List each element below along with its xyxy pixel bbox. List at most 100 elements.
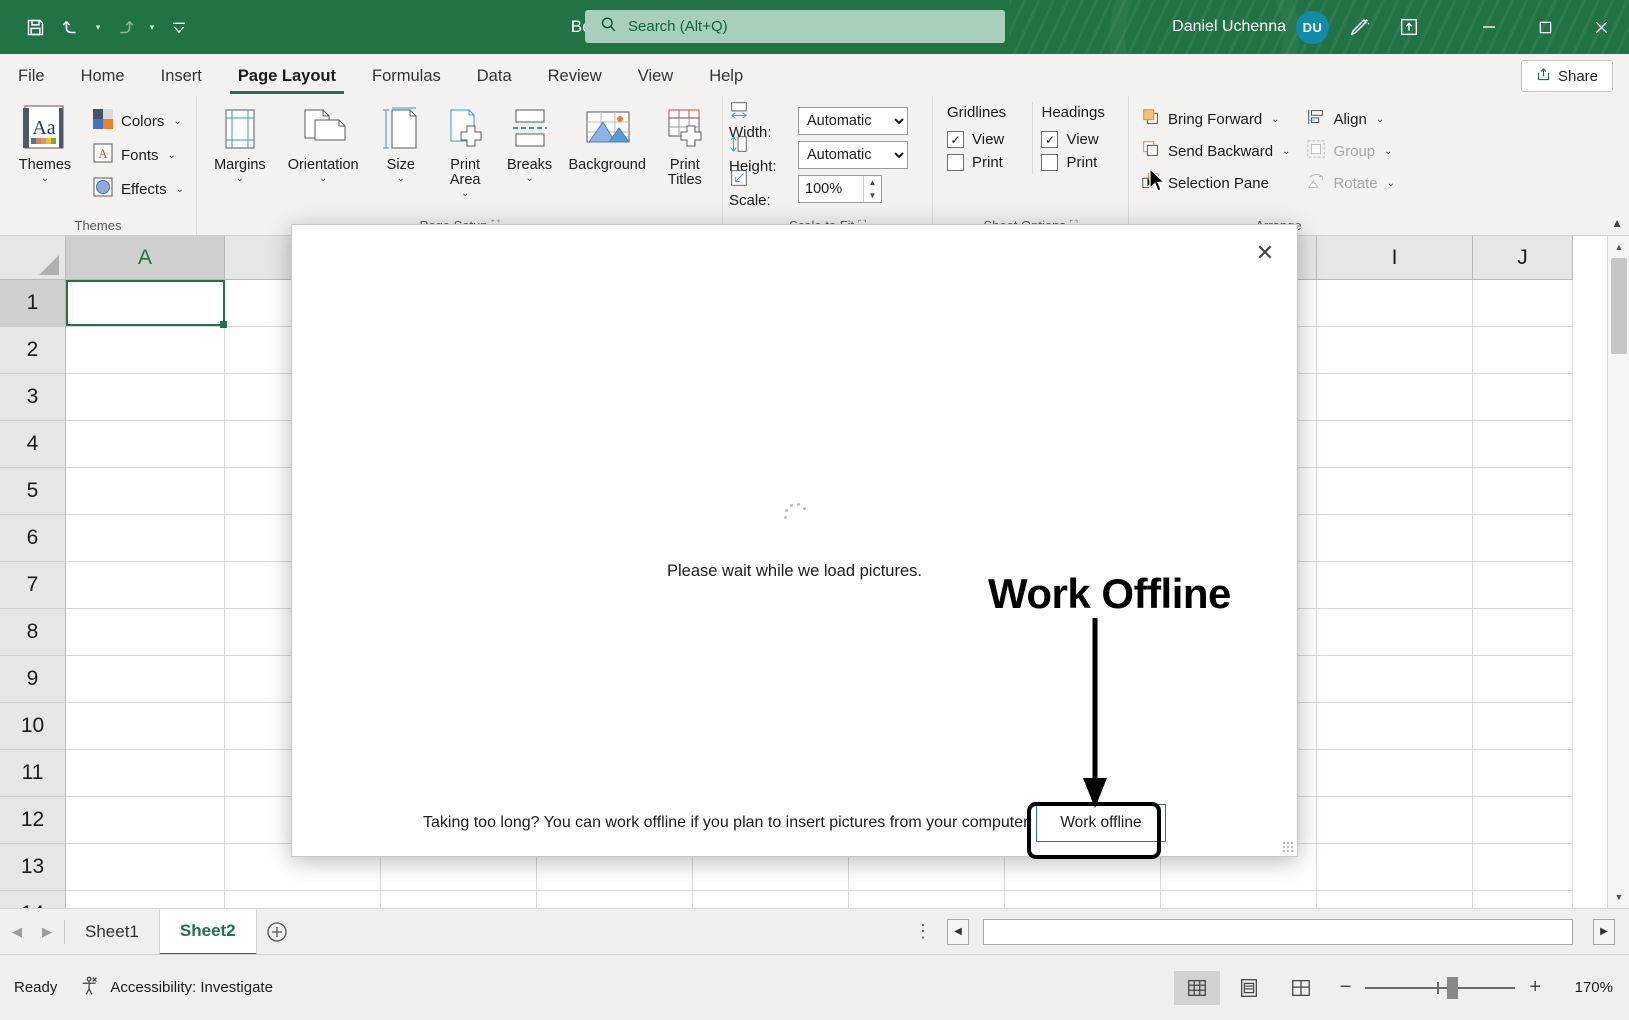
customize-quick-access-icon[interactable] — [162, 10, 196, 44]
minimize-button[interactable] — [1461, 0, 1517, 54]
row-header-11[interactable]: 11 — [0, 750, 66, 797]
scroll-down-icon[interactable]: ▼ — [1608, 886, 1629, 908]
row-header-1[interactable]: 1 — [0, 280, 66, 327]
themes-button[interactable]: Aa Themes ⌄ — [6, 100, 84, 185]
row-header-8[interactable]: 8 — [0, 609, 66, 656]
headings-print-checkbox-box[interactable] — [1041, 154, 1058, 171]
accessibility-status[interactable]: Accessibility: Investigate — [79, 975, 273, 1001]
hscroll-left-arrow[interactable]: ◀ — [947, 919, 969, 945]
column-header-i[interactable]: I — [1317, 236, 1473, 280]
tab-view[interactable]: View — [620, 56, 691, 96]
tab-data[interactable]: Data — [459, 56, 530, 96]
theme-effects-dropdown-icon[interactable]: ⌄ — [176, 184, 184, 195]
scale-percent-up-icon[interactable]: ▲ — [864, 176, 881, 189]
tab-file[interactable]: File — [0, 56, 63, 96]
tab-page-layout[interactable]: Page Layout — [220, 56, 354, 96]
search-box[interactable] — [585, 10, 1005, 43]
bring-forward-button[interactable]: Bring Forward ⌄ — [1135, 104, 1296, 134]
undo-icon[interactable] — [54, 10, 88, 44]
horizontal-scrollbar[interactable] — [983, 919, 1573, 945]
save-icon[interactable] — [18, 10, 52, 44]
bring-forward-dropdown-icon[interactable]: ⌄ — [1271, 114, 1279, 125]
sheet-nav-arrows[interactable]: ◀ ▶ — [0, 924, 64, 940]
headings-view-checkbox-box[interactable]: ✓ — [1041, 131, 1058, 148]
theme-fonts-button[interactable]: A Fonts ⌄ — [86, 140, 190, 170]
tab-insert[interactable]: Insert — [143, 56, 220, 96]
margins-button[interactable]: Margins ⌄ — [203, 100, 277, 185]
select-all-corner[interactable] — [0, 236, 66, 280]
zoom-in-button[interactable]: + — [1529, 976, 1541, 999]
scale-percent-spin-arrows[interactable]: ▲ ▼ — [863, 176, 881, 202]
orientation-button[interactable]: Orientation ⌄ — [279, 100, 368, 185]
rotate-dropdown-icon[interactable]: ⌄ — [1387, 178, 1395, 189]
collapse-ribbon-icon[interactable]: ▲ — [1611, 216, 1623, 230]
user-account-area[interactable]: Daniel Uchenna DU — [1172, 0, 1429, 54]
row-header-7[interactable]: 7 — [0, 562, 66, 609]
gridlines-print-checkbox[interactable]: Print — [947, 154, 1003, 171]
avatar[interactable]: DU — [1296, 11, 1329, 44]
row-header-10[interactable]: 10 — [0, 703, 66, 750]
scale-width-select[interactable]: Automatic — [798, 107, 908, 135]
column-header-a[interactable]: A — [66, 236, 225, 280]
close-button[interactable] — [1573, 0, 1629, 54]
search-input[interactable] — [628, 18, 958, 35]
row-header-6[interactable]: 6 — [0, 515, 66, 562]
group-dropdown-icon[interactable]: ⌄ — [1384, 146, 1392, 157]
tab-help[interactable]: Help — [691, 56, 761, 96]
scroll-up-icon[interactable]: ▲ — [1608, 236, 1629, 258]
row-header-3[interactable]: 3 — [0, 374, 66, 421]
ribbon-display-options-icon[interactable] — [1389, 7, 1429, 47]
pen-icon[interactable] — [1339, 7, 1379, 47]
dialog-close-button[interactable]: ✕ — [1247, 235, 1283, 271]
maximize-button[interactable] — [1517, 0, 1573, 54]
gridlines-view-checkbox-box[interactable]: ✓ — [947, 131, 964, 148]
row-header-12[interactable]: 12 — [0, 797, 66, 844]
theme-colors-button[interactable]: Colors ⌄ — [86, 106, 190, 136]
row-header-5[interactable]: 5 — [0, 468, 66, 515]
share-button[interactable]: Share — [1521, 60, 1613, 92]
tab-formulas[interactable]: Formulas — [354, 56, 459, 96]
page-layout-view-button[interactable] — [1226, 971, 1272, 1005]
undo-dropdown-icon[interactable]: ▾ — [90, 10, 106, 44]
hscroll-right-arrow[interactable]: ▶ — [1593, 919, 1615, 945]
print-area-dropdown-icon[interactable]: ⌄ — [461, 189, 469, 200]
headings-view-checkbox[interactable]: ✓ View — [1041, 131, 1098, 148]
headings-print-checkbox[interactable]: Print — [1041, 154, 1097, 171]
redo-icon[interactable] — [108, 10, 142, 44]
dialog-resize-handle[interactable] — [1282, 841, 1294, 853]
rotate-button[interactable]: Rotate ⌄ — [1300, 168, 1401, 198]
scale-height-select[interactable]: Automatic — [798, 141, 908, 169]
sheet-tab-sheet1[interactable]: Sheet1 — [65, 909, 159, 955]
zoom-level-label[interactable]: 170% — [1555, 979, 1613, 996]
vertical-scrollbar[interactable]: ▲ ▼ — [1607, 236, 1629, 908]
theme-colors-dropdown-icon[interactable]: ⌄ — [173, 116, 181, 127]
breaks-dropdown-icon[interactable]: ⌄ — [525, 174, 533, 185]
print-titles-button[interactable]: Print Titles — [654, 100, 716, 188]
size-button[interactable]: Size ⌄ — [370, 100, 432, 185]
redo-dropdown-icon[interactable]: ▾ — [144, 10, 160, 44]
sheet-nav-next-icon[interactable]: ▶ — [42, 924, 52, 940]
vertical-scrollbar-thumb[interactable] — [1611, 258, 1627, 354]
row-header-13[interactable]: 13 — [0, 844, 66, 891]
tab-home[interactable]: Home — [63, 56, 143, 96]
background-button[interactable]: Background — [563, 100, 652, 173]
margins-dropdown-icon[interactable]: ⌄ — [236, 174, 244, 185]
print-area-button[interactable]: Print Area ⌄ — [434, 100, 496, 200]
zoom-out-button[interactable]: − — [1340, 976, 1352, 999]
active-cell-a1[interactable] — [66, 280, 225, 326]
row-header-2[interactable]: 2 — [0, 327, 66, 374]
row-header-4[interactable]: 4 — [0, 421, 66, 468]
align-button[interactable]: Align ⌄ — [1300, 104, 1401, 134]
page-break-preview-button[interactable] — [1278, 971, 1324, 1005]
row-header-9[interactable]: 9 — [0, 656, 66, 703]
group-button[interactable]: Group ⌄ — [1300, 136, 1401, 166]
zoom-slider-thumb[interactable] — [1447, 977, 1458, 999]
scale-percent-input[interactable] — [799, 181, 855, 197]
send-backward-dropdown-icon[interactable]: ⌄ — [1282, 146, 1290, 157]
breaks-button[interactable]: Breaks ⌄ — [498, 100, 560, 185]
align-dropdown-icon[interactable]: ⌄ — [1376, 114, 1384, 125]
theme-effects-button[interactable]: Effects ⌄ — [86, 174, 190, 204]
theme-fonts-dropdown-icon[interactable]: ⌄ — [168, 150, 176, 161]
column-header-j[interactable]: J — [1473, 236, 1573, 280]
gridlines-print-checkbox-box[interactable] — [947, 154, 964, 171]
